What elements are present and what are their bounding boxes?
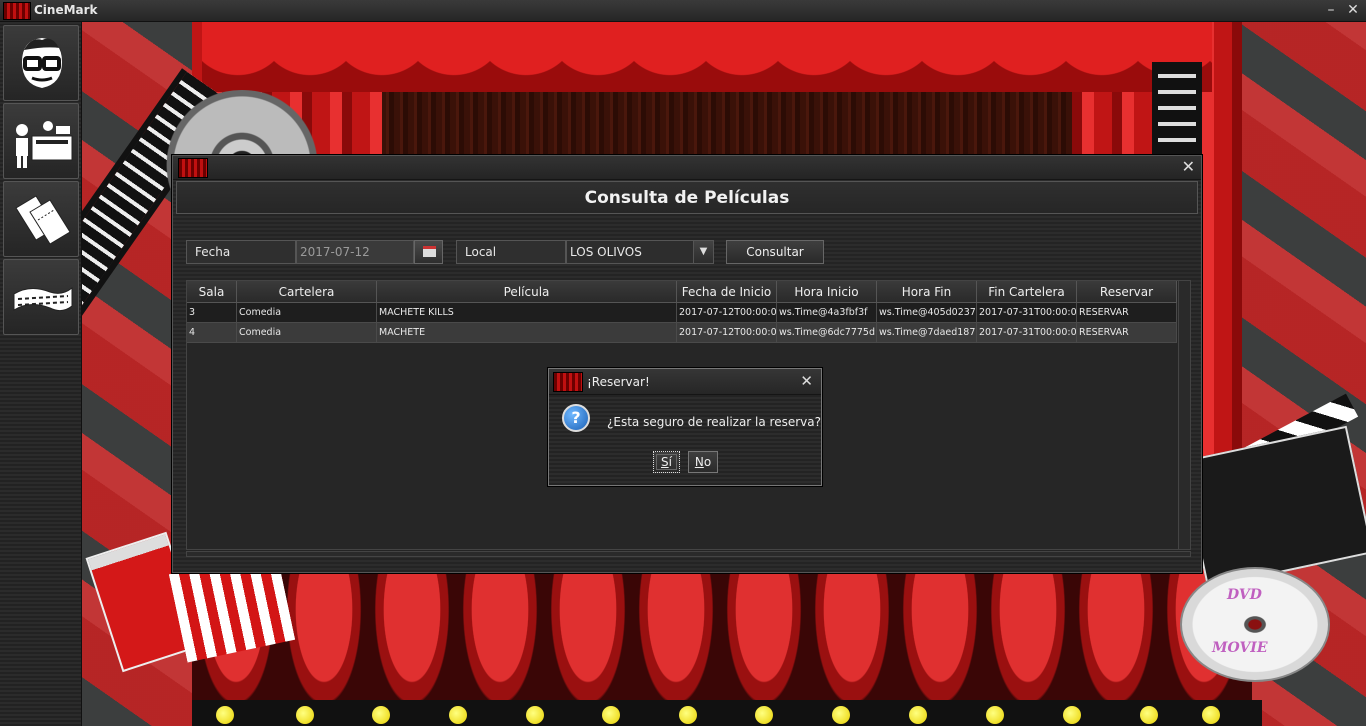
user-glasses-icon [22, 38, 62, 88]
chevron-down-icon[interactable]: ▼ [693, 241, 713, 263]
table-cell: 2017-07-31T00:00:0... [977, 303, 1077, 323]
reservar-cell[interactable]: RESERVAR [1077, 323, 1177, 343]
dvd-label: DVD [1227, 587, 1262, 603]
table-cell: ws.Time@405d0237 [877, 303, 977, 323]
ticket-counter-icon [16, 121, 73, 168]
table-cell: ws.Time@4a3fbf3f [777, 303, 877, 323]
light-bulb [216, 706, 234, 724]
light-bulb [449, 706, 467, 724]
sidebar-item-clients[interactable] [3, 25, 79, 101]
dialog-titlebar: ¡Reservar! ✕ [549, 369, 821, 395]
table-cell: 2017-07-12T00:00:0... [677, 323, 777, 343]
no-button[interactable]: No [688, 451, 718, 473]
sidebar-item-tickets[interactable] [3, 181, 79, 257]
light-bulb [296, 706, 314, 724]
dialog-message: ¿Esta seguro de realizar la reserva? [607, 415, 821, 429]
local-select[interactable]: LOS OLIVOS ▼ [566, 240, 714, 264]
column-header[interactable]: Hora Inicio [777, 281, 877, 303]
window-logo-icon [178, 158, 208, 178]
curtain-valance [202, 22, 1212, 92]
app-titlebar: CineMark – ✕ [0, 0, 1366, 22]
column-header[interactable]: Fecha de Inicio [677, 281, 777, 303]
stage-floor [192, 700, 1262, 726]
calendar-button[interactable] [414, 240, 443, 264]
local-label: Local [456, 240, 566, 264]
no-label: o [703, 455, 712, 469]
calendar-icon [423, 246, 436, 257]
yes-label: í [668, 455, 672, 469]
sidebar-item-counter[interactable] [3, 103, 79, 179]
minimize-button[interactable]: – [1322, 2, 1340, 20]
light-bulb [372, 706, 390, 724]
consulta-window: ✕ Consulta de Películas Fecha 2017-07-12… [172, 155, 1202, 573]
app-logo-icon [3, 2, 31, 20]
window-close-button[interactable]: ✕ [1182, 158, 1195, 176]
fecha-input[interactable]: 2017-07-12 [296, 240, 414, 264]
column-header[interactable]: Película [377, 281, 677, 303]
no-mnemonic: N [694, 455, 704, 469]
light-bulb [832, 706, 850, 724]
light-bulb [679, 706, 697, 724]
table-cell: ws.Time@6dc7775d [777, 323, 877, 343]
dvd-movie-label: MOVIE [1212, 640, 1268, 656]
dialog-logo-icon [553, 372, 583, 392]
dialog-title: ¡Reservar! [587, 375, 650, 389]
light-bulb [1202, 706, 1220, 724]
table-cell: 2017-07-12T00:00:0... [677, 303, 777, 323]
sidebar-item-movies[interactable] [3, 259, 79, 335]
light-bulb [1140, 706, 1158, 724]
table-cell: Comedia [237, 303, 377, 323]
app-close-button[interactable]: ✕ [1344, 2, 1362, 20]
page-title-banner: Consulta de Películas [176, 181, 1198, 214]
light-bulb [526, 706, 544, 724]
column-header[interactable]: Sala [187, 281, 237, 303]
yes-button[interactable]: Sí [653, 451, 680, 473]
yes-mnemonic: S [661, 455, 669, 469]
reservar-cell[interactable]: RESERVAR [1077, 303, 1177, 323]
table-cell: 4 [187, 323, 237, 343]
light-bulb [755, 706, 773, 724]
column-header[interactable]: Fin Cartelera [977, 281, 1077, 303]
light-bulb [1063, 706, 1081, 724]
consultar-button[interactable]: Consultar [726, 240, 824, 264]
light-bulb [986, 706, 1004, 724]
table-cell: 2017-07-31T00:00:0... [977, 323, 1077, 343]
table-cell: MACHETE KILLS [377, 303, 677, 323]
tickets-icon [15, 195, 71, 245]
column-header[interactable]: Reservar [1077, 281, 1177, 303]
local-select-value: LOS OLIVOS [570, 245, 642, 259]
reservar-dialog: ¡Reservar! ✕ ? ¿Esta seguro de realizar … [548, 368, 822, 486]
sidebar [0, 22, 82, 726]
table-cell: 3 [187, 303, 237, 323]
dialog-close-button[interactable]: ✕ [800, 372, 813, 390]
dvd-disc-icon [1180, 567, 1330, 682]
light-bulb [909, 706, 927, 724]
table-cell: Comedia [237, 323, 377, 343]
window-titlebar: ✕ [173, 156, 1201, 180]
question-icon: ? [562, 404, 590, 432]
horizontal-scrollbar[interactable] [186, 551, 1191, 557]
table-cell: ws.Time@7daed187 [877, 323, 977, 343]
fecha-label: Fecha [186, 240, 296, 264]
vertical-scrollbar[interactable] [1178, 281, 1190, 549]
app-title: CineMark [34, 3, 98, 17]
column-header[interactable]: Cartelera [237, 281, 377, 303]
light-bulb [602, 706, 620, 724]
film-strip-icon [13, 286, 73, 312]
table-cell: MACHETE [377, 323, 677, 343]
page-title: Consulta de Películas [584, 188, 790, 208]
cinema-seats [192, 572, 1252, 712]
column-header[interactable]: Hora Fin [877, 281, 977, 303]
